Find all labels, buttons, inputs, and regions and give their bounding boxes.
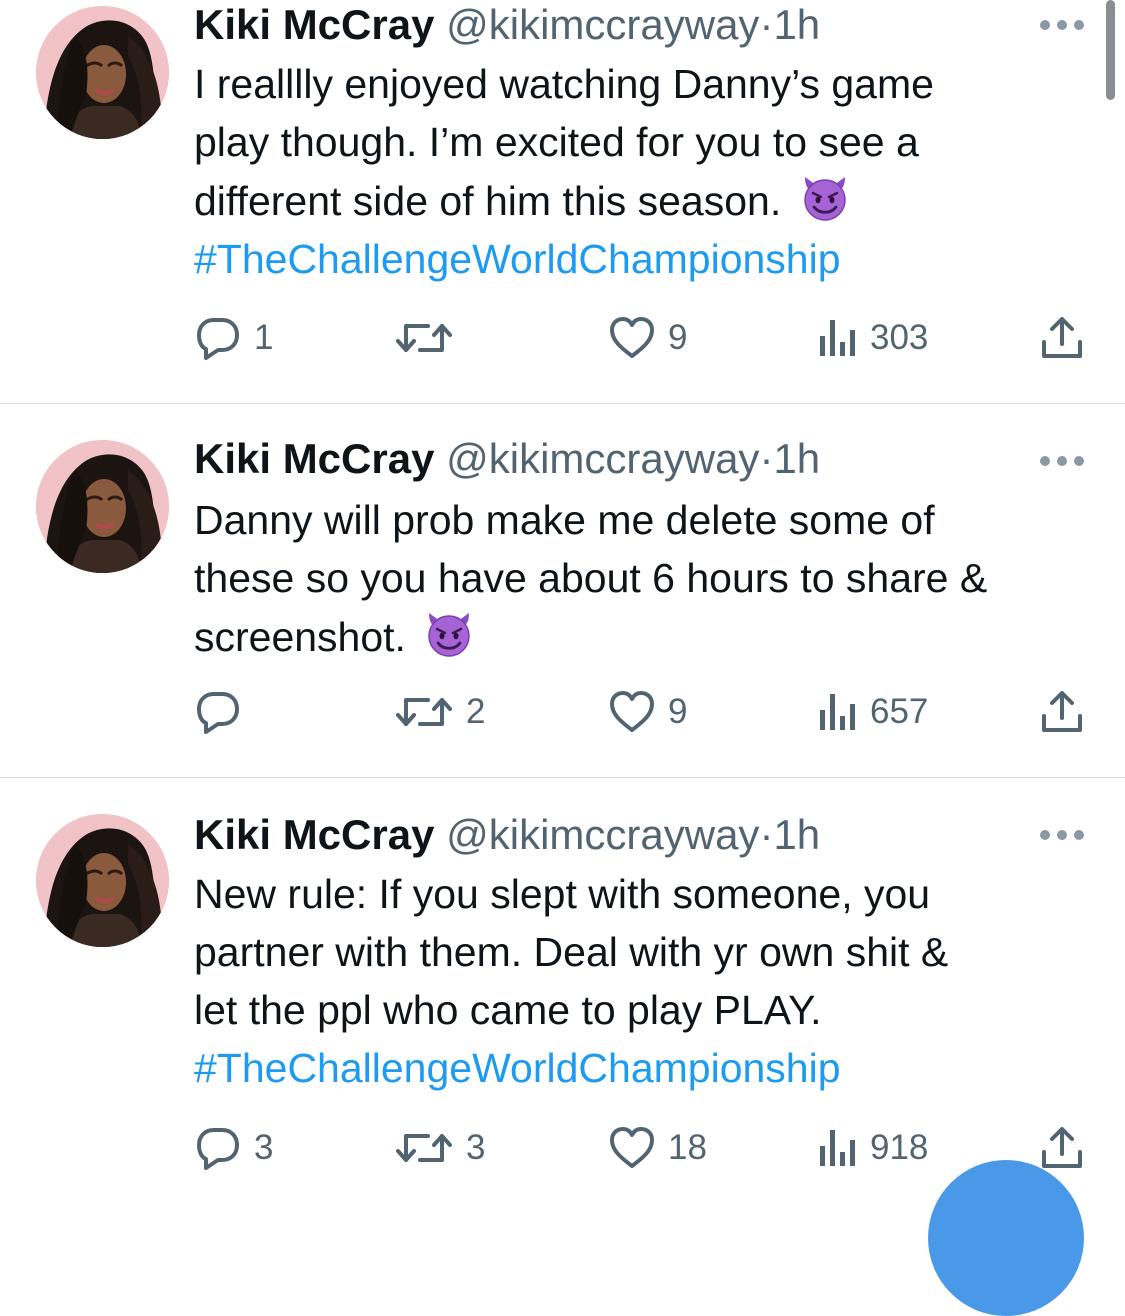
profile-photo-icon (36, 440, 169, 573)
reply-button[interactable]: 1 (194, 313, 273, 363)
share-icon (1038, 688, 1086, 736)
tweet-header: Kiki McCray @kikimccrayway·1h (194, 0, 820, 50)
retweet-count: 2 (466, 692, 486, 731)
compose-tweet-button[interactable] (928, 1160, 1084, 1316)
share-button[interactable] (1038, 313, 1086, 363)
like-button[interactable]: 9 (608, 687, 687, 737)
tweet-text-line: these so you have about 6 hours to share… (194, 555, 988, 601)
smiling-devil-emoji-icon (799, 171, 851, 223)
retweet-count: 3 (466, 1128, 486, 1167)
like-icon (608, 688, 656, 736)
share-icon (1038, 1124, 1086, 1172)
view-count: 918 (870, 1128, 929, 1167)
reply-count: 3 (254, 1128, 274, 1167)
retweet-button[interactable] (394, 313, 466, 363)
like-button[interactable]: 9 (608, 313, 687, 363)
reply-count: 1 (254, 318, 274, 357)
tweet-text-line: New rule: If you slept with someone, you (194, 871, 931, 917)
avatar[interactable] (36, 814, 169, 947)
timestamp[interactable]: 1h (773, 811, 820, 858)
tweet-1[interactable]: Kiki McCray @kikimccrayway·1h I realllly… (0, 0, 1125, 403)
separator-dot: · (759, 811, 774, 858)
reply-icon (194, 314, 242, 362)
user-handle[interactable]: @kikimccrayway (446, 1, 759, 48)
views-icon (818, 1124, 858, 1172)
more-options-icon[interactable] (1040, 828, 1084, 842)
tweet-text: I realllly enjoyed watching Danny’s game… (194, 55, 1094, 288)
profile-photo-icon (36, 814, 169, 947)
reply-button[interactable] (194, 687, 254, 737)
tweet-text-line-content: screenshot. (194, 614, 406, 660)
views-icon (818, 314, 858, 362)
retweet-button[interactable]: 3 (394, 1123, 485, 1173)
avatar[interactable] (36, 440, 169, 573)
retweet-icon (394, 688, 454, 736)
timestamp[interactable]: 1h (773, 435, 820, 482)
tweet-text-line: different side of him this season. (194, 171, 1094, 230)
tweet-text-line: partner with them. Deal with yr own shit… (194, 929, 949, 975)
tweet-actions: 2 9 657 (0, 687, 1125, 737)
share-button[interactable] (1038, 687, 1086, 737)
more-options-icon[interactable] (1040, 18, 1084, 32)
like-count: 18 (668, 1128, 707, 1167)
view-count: 303 (870, 318, 929, 357)
tweet-text-line: let the ppl who came to play PLAY. (194, 987, 822, 1033)
tweet-text-line-content: different side of him this season. (194, 178, 782, 224)
like-icon (608, 314, 656, 362)
reply-icon (194, 1124, 242, 1172)
hashtag-link[interactable]: #TheChallengeWorldChampionship (194, 230, 1094, 288)
view-count: 657 (870, 692, 929, 731)
avatar[interactable] (36, 6, 169, 139)
reply-button[interactable]: 3 (194, 1123, 273, 1173)
hashtag-link[interactable]: #TheChallengeWorldChampionship (194, 1039, 1094, 1097)
tweet-text: Danny will prob make me delete some of t… (194, 491, 1094, 666)
tweet-3[interactable]: Kiki McCray @kikimccrayway·1h New rule: … (0, 778, 1125, 1208)
smiling-devil-emoji-icon (423, 607, 475, 659)
user-handle[interactable]: @kikimccrayway (446, 811, 759, 858)
retweet-icon (394, 1124, 454, 1172)
retweet-button[interactable]: 2 (394, 687, 485, 737)
tweet-actions: 1 9 303 (0, 313, 1125, 363)
tweet-text-line: screenshot. (194, 607, 1094, 666)
tweet-actions: 3 3 18 918 (0, 1123, 1125, 1173)
display-name[interactable]: Kiki McCray (194, 435, 434, 482)
timestamp[interactable]: 1h (773, 1, 820, 48)
separator-dot: · (759, 1, 774, 48)
more-options-icon[interactable] (1040, 454, 1084, 468)
like-count: 9 (668, 318, 688, 357)
views-button[interactable]: 657 (818, 687, 928, 737)
separator-dot: · (759, 435, 774, 482)
share-icon (1038, 314, 1086, 362)
like-count: 9 (668, 692, 688, 731)
tweet-text-line: play though. I’m excited for you to see … (194, 119, 919, 165)
views-button[interactable]: 918 (818, 1123, 928, 1173)
tweet-header: Kiki McCray @kikimccrayway·1h (194, 434, 820, 484)
tweet-text: New rule: If you slept with someone, you… (194, 865, 1094, 1097)
tweet-header: Kiki McCray @kikimccrayway·1h (194, 810, 820, 860)
retweet-icon (394, 314, 454, 362)
display-name[interactable]: Kiki McCray (194, 811, 434, 858)
views-icon (818, 688, 858, 736)
like-icon (608, 1124, 656, 1172)
views-button[interactable]: 303 (818, 313, 928, 363)
user-handle[interactable]: @kikimccrayway (446, 435, 759, 482)
profile-photo-icon (36, 6, 169, 139)
tweet-2[interactable]: Kiki McCray @kikimccrayway·1h Danny will… (0, 404, 1125, 777)
like-button[interactable]: 18 (608, 1123, 707, 1173)
display-name[interactable]: Kiki McCray (194, 1, 434, 48)
tweet-text-line: I realllly enjoyed watching Danny’s game (194, 61, 934, 107)
tweet-text-line: Danny will prob make me delete some of (194, 497, 935, 543)
share-button[interactable] (1038, 1123, 1086, 1173)
reply-icon (194, 688, 242, 736)
